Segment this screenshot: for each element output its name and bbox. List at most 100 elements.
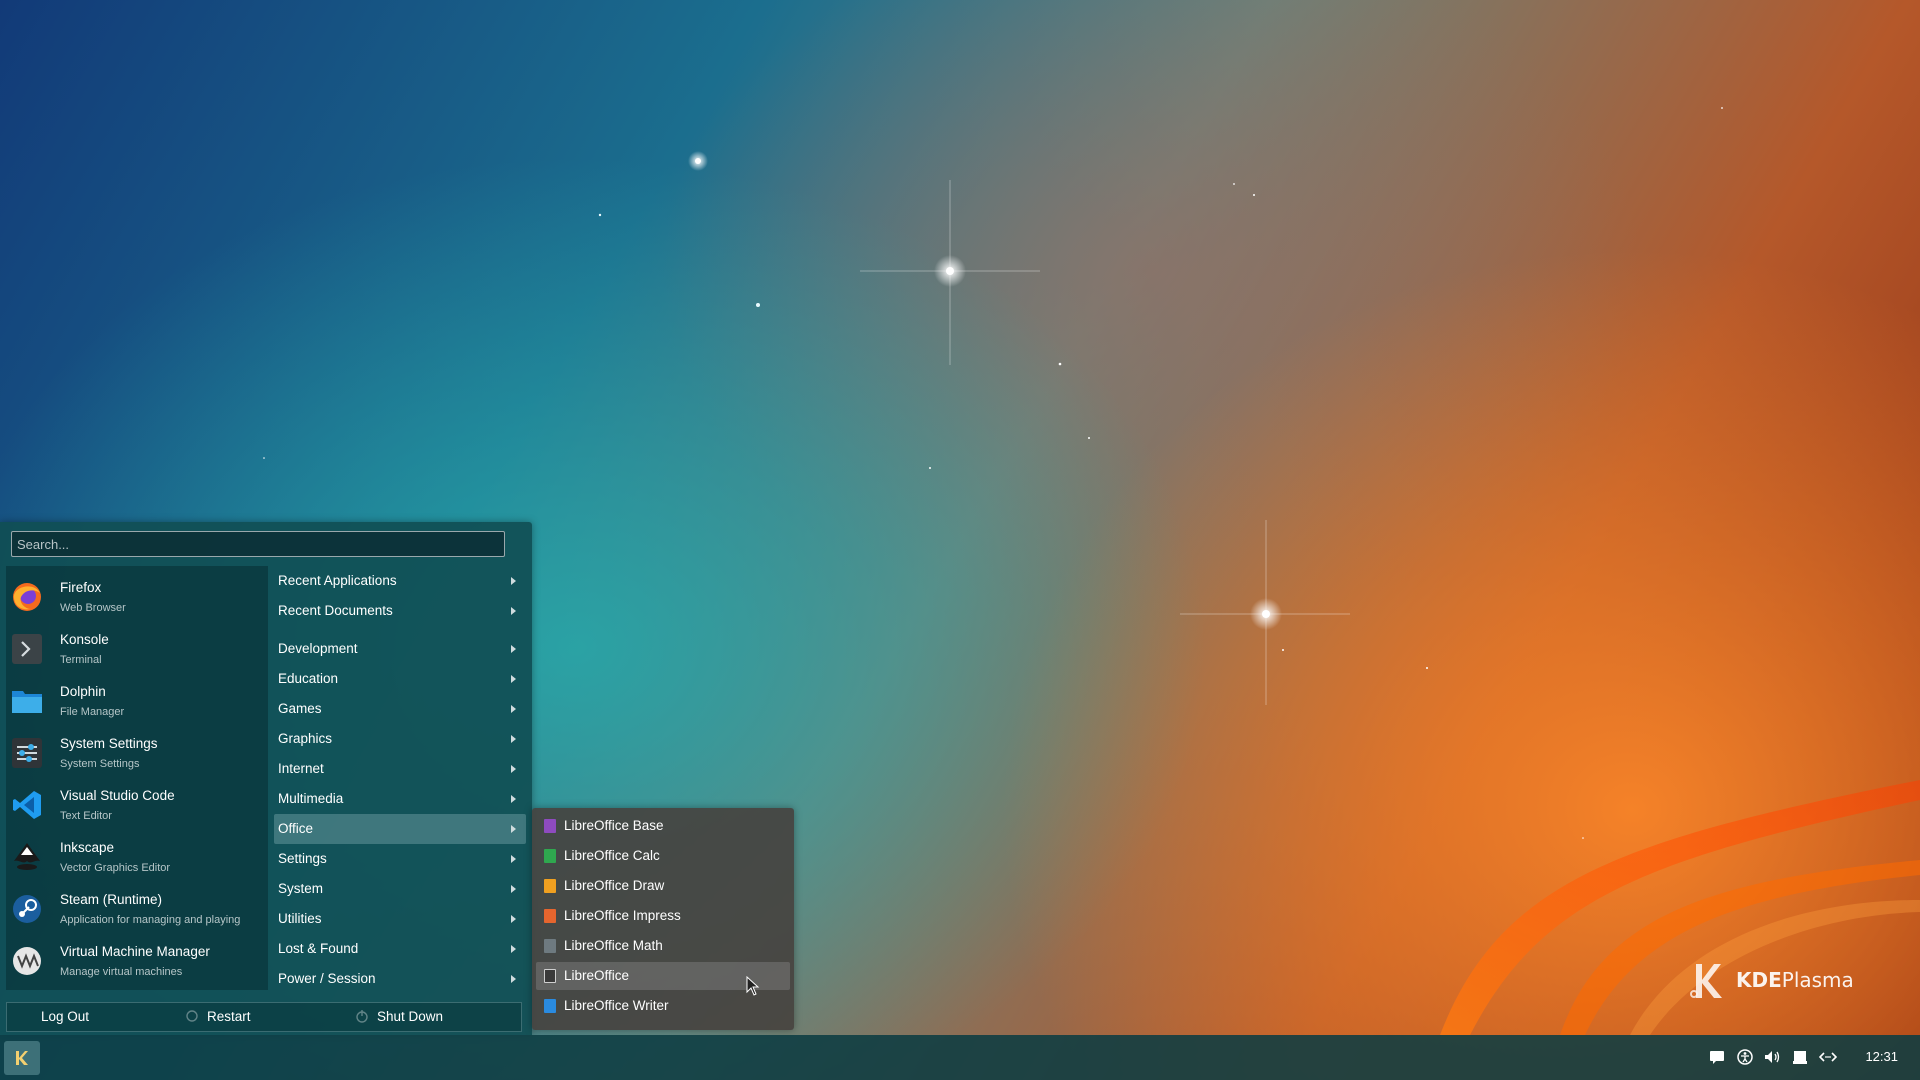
category-development[interactable]: Development (274, 634, 526, 664)
favorite-name: System Settings (60, 736, 158, 751)
category-label: System (278, 881, 324, 896)
menu-item-label: LibreOffice Draw (564, 878, 665, 893)
category-games[interactable]: Games (274, 694, 526, 724)
category-label: Recent Documents (278, 603, 393, 618)
menu-item-libreoffice-base[interactable]: LibreOffice Base (536, 812, 790, 840)
menu-item-label: LibreOffice Writer (564, 998, 669, 1013)
accessibility-icon[interactable] (1736, 1048, 1754, 1066)
category-label: Settings (278, 851, 327, 866)
category-power-session[interactable]: Power / Session (274, 964, 526, 994)
favorite-description: Web Browser (60, 602, 126, 614)
system-settings-icon (12, 738, 42, 768)
favorite-description: Manage virtual machines (60, 966, 183, 978)
favorite-name: Steam (Runtime) (60, 892, 163, 907)
power-actions-bar: Log Out Restart Shut Down (6, 1002, 522, 1032)
kde-plasma-wordmark: KDEPlasma (1736, 968, 1854, 992)
volume-icon[interactable] (1763, 1048, 1781, 1066)
menu-item-libreoffice-calc[interactable]: LibreOffice Calc (536, 842, 790, 870)
logout-button[interactable]: Log Out (19, 1003, 129, 1031)
menu-item-label: LibreOffice (564, 968, 630, 983)
favorite-description: File Manager (60, 706, 125, 718)
favorite-visual-studio-code[interactable]: Visual Studio Code Text Editor (6, 779, 268, 831)
libreoffice-writer-icon (544, 999, 556, 1013)
taskbar: 12:31 (0, 1035, 1920, 1080)
favorite-steam[interactable]: Steam (Runtime) Application for managing… (6, 883, 268, 935)
chevron-right-icon (511, 705, 516, 713)
category-label: Internet (278, 761, 324, 776)
favorite-name: Virtual Machine Manager (60, 944, 210, 959)
chevron-right-icon (511, 915, 516, 923)
category-settings[interactable]: Settings (274, 844, 526, 874)
favorite-inkscape[interactable]: Inkscape Vector Graphics Editor (6, 831, 268, 883)
kde-launcher-icon (16, 1051, 28, 1065)
application-launcher-button[interactable] (4, 1041, 40, 1075)
menu-item-libreoffice-draw[interactable]: LibreOffice Draw (536, 872, 790, 900)
search-input[interactable] (11, 531, 505, 557)
favorite-virtual-machine-manager[interactable]: Virtual Machine Manager Manage virtual m… (6, 935, 268, 987)
favorite-description: Text Editor (60, 810, 112, 822)
libreoffice-math-icon (544, 939, 556, 953)
restart-button[interactable]: Restart (185, 1003, 295, 1031)
category-list: Recent Applications Recent Documents Dev… (274, 566, 526, 990)
vscode-icon (13, 791, 41, 819)
category-multimedia[interactable]: Multimedia (274, 784, 526, 814)
steam-icon (13, 895, 41, 923)
category-utilities[interactable]: Utilities (274, 904, 526, 934)
chevron-right-icon (511, 975, 516, 983)
mouse-cursor-icon (746, 976, 760, 996)
power-icon (356, 1010, 368, 1023)
chevron-right-icon (511, 885, 516, 893)
office-submenu: LibreOffice Base LibreOffice Calc LibreO… (532, 808, 794, 1030)
application-launcher: Firefox Web Browser Konsole Terminal Dol… (0, 522, 532, 1035)
notifications-icon[interactable] (1708, 1048, 1726, 1066)
category-label: Development (278, 641, 358, 656)
category-label: Education (278, 671, 339, 686)
category-label: Recent Applications (278, 573, 397, 588)
kde-logo-icon (1690, 964, 1722, 998)
libreoffice-impress-icon (544, 909, 556, 923)
logout-icon (19, 1009, 33, 1023)
category-label: Graphics (278, 731, 333, 746)
menu-item-label: LibreOffice Calc (564, 848, 660, 863)
chevron-right-icon (511, 765, 516, 773)
category-lost-and-found[interactable]: Lost & Found (274, 934, 526, 964)
favorite-dolphin[interactable]: Dolphin File Manager (6, 675, 268, 727)
category-recent-applications[interactable]: Recent Applications (274, 566, 526, 596)
favorite-name: Konsole (60, 632, 109, 647)
shutdown-button[interactable]: Shut Down (355, 1003, 475, 1031)
category-label: Lost & Found (278, 941, 359, 956)
category-office[interactable]: Office (274, 814, 526, 844)
chevron-right-icon (511, 855, 516, 863)
kde-plasma-logo: KDEPlasma (1688, 958, 1854, 1002)
favorite-description: Vector Graphics Editor (60, 862, 171, 874)
chevron-right-icon (511, 945, 516, 953)
category-internet[interactable]: Internet (274, 754, 526, 784)
category-label: Multimedia (278, 791, 344, 806)
chevron-right-icon (511, 577, 516, 585)
favorite-system-settings[interactable]: System Settings System Settings (6, 727, 268, 779)
category-education[interactable]: Education (274, 664, 526, 694)
favorite-description: Terminal (60, 654, 102, 666)
clock[interactable]: 12:31 (1865, 1049, 1898, 1064)
favorite-name: Dolphin (60, 684, 106, 699)
logout-label: Log Out (41, 1009, 90, 1024)
menu-item-libreoffice-impress[interactable]: LibreOffice Impress (536, 902, 790, 930)
favorite-konsole[interactable]: Konsole Terminal (6, 623, 268, 675)
libreoffice-icon (544, 969, 556, 983)
category-label: Power / Session (278, 971, 376, 986)
category-label: Utilities (278, 911, 322, 926)
category-system[interactable]: System (274, 874, 526, 904)
menu-item-libreoffice-writer[interactable]: LibreOffice Writer (536, 992, 790, 1020)
menu-item-libreoffice-math[interactable]: LibreOffice Math (536, 932, 790, 960)
menu-item-label: LibreOffice Impress (564, 908, 681, 923)
network-icon[interactable] (1819, 1048, 1837, 1066)
virt-manager-icon (13, 947, 41, 975)
shutdown-label: Shut Down (377, 1009, 444, 1024)
category-label: Games (278, 701, 322, 716)
storage-device-icon[interactable] (1791, 1048, 1809, 1066)
category-recent-documents[interactable]: Recent Documents (274, 596, 526, 626)
dolphin-icon (12, 691, 42, 713)
menu-item-label: LibreOffice Math (564, 938, 663, 953)
favorite-firefox[interactable]: Firefox Web Browser (6, 571, 268, 623)
category-graphics[interactable]: Graphics (274, 724, 526, 754)
